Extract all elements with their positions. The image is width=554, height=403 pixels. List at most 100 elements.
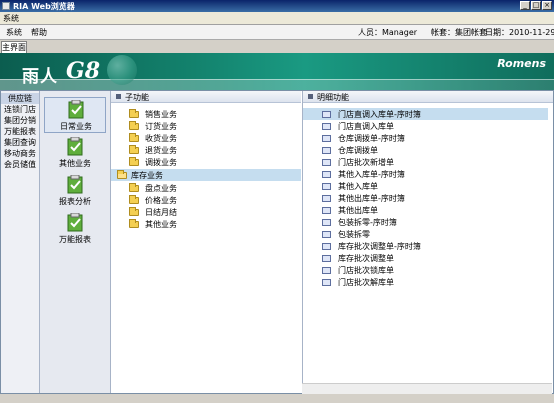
- folder-icon: [129, 219, 139, 228]
- subfunction-label: 订货业务: [145, 122, 177, 131]
- appmenu-help[interactable]: 帮助: [31, 27, 47, 38]
- module-label: 其他业务: [59, 159, 91, 168]
- detail-item[interactable]: 其他入库单: [303, 180, 548, 192]
- document-icon: [322, 243, 331, 250]
- brand-name: Romens: [497, 57, 546, 70]
- account-label: 帐套：集团帐套: [431, 28, 487, 37]
- subfunction-item[interactable]: 收货业务: [111, 132, 301, 144]
- module-universal-report[interactable]: 万能报表: [44, 211, 106, 247]
- subfunction-item[interactable]: 盘点业务: [111, 182, 301, 194]
- leftnav-item-group-query[interactable]: 集团查询: [1, 138, 39, 148]
- detail-label: 包装拆零: [338, 230, 370, 239]
- document-icon: [322, 231, 331, 238]
- detail-item[interactable]: 仓库调拨单: [303, 144, 548, 156]
- subfunction-item[interactable]: 日结月结: [111, 206, 301, 218]
- tab-main[interactable]: 主界面: [1, 41, 27, 53]
- module-icon: [67, 137, 83, 156]
- detail-item[interactable]: 库存批次调整单-序时簿: [303, 240, 548, 252]
- detail-item[interactable]: 门店批次新增单: [303, 156, 548, 168]
- folder-icon: [129, 195, 139, 204]
- subfunction-label: 日结月结: [145, 208, 177, 217]
- module-column: 日常业务 其他业务 报表分析 万能报表: [40, 91, 111, 393]
- module-icon: [67, 175, 83, 194]
- detail-item[interactable]: 其他出库单: [303, 204, 548, 216]
- document-icon: [322, 207, 331, 214]
- product-name-cn: 雨人: [22, 67, 58, 87]
- detail-label: 门店批次解库单: [338, 278, 394, 287]
- subfunction-panel: 子功能 销售业务 订货业务 收货业务 退货业务 调拨业务 库存业务 盘点业务 价…: [111, 91, 301, 393]
- collapse-icon[interactable]: [308, 94, 313, 99]
- leftnav-item-chain-store[interactable]: 连锁门店: [1, 105, 39, 115]
- left-nav: 供应链 连锁门店 集团分销 万能报表 集团查询 移动商务 会员储值: [1, 91, 40, 393]
- folder-icon: [129, 183, 139, 192]
- folder-icon: [129, 207, 139, 216]
- detail-label: 包装拆零-序时簿: [338, 218, 397, 227]
- menu-system[interactable]: 系统: [3, 13, 19, 24]
- app-icon: [2, 2, 10, 10]
- detail-item[interactable]: 门店批次解库单: [303, 276, 548, 288]
- detail-label: 仓库调拨单: [338, 146, 378, 155]
- folder-icon: [129, 145, 139, 154]
- subfunction-item[interactable]: 退货业务: [111, 144, 301, 156]
- subfunction-label: 库存业务: [131, 171, 163, 180]
- subfunction-title: 子功能: [125, 93, 149, 102]
- detail-item[interactable]: 门店直调入库单: [303, 120, 548, 132]
- detail-label: 门店直调入库单: [338, 122, 394, 131]
- detail-item[interactable]: 其他出库单-序时簿: [303, 192, 548, 204]
- product-logo-g8: G8: [66, 58, 101, 84]
- app-infobar: 系统 帮助 人员：Manager 帐套：集团帐套 日期：2010-11-29: [0, 25, 554, 40]
- date-label: 日期：2010-11-29: [485, 28, 554, 37]
- detail-label: 门店直调入库单-序时簿: [338, 110, 421, 119]
- subfunction-item[interactable]: 调拨业务: [111, 156, 301, 168]
- appmenu-system[interactable]: 系统: [6, 27, 22, 38]
- document-icon: [322, 111, 331, 118]
- module-report-analysis[interactable]: 报表分析: [44, 173, 106, 209]
- detail-label: 门店批次锁库单: [338, 266, 394, 275]
- horizontal-scrollbar[interactable]: [302, 383, 552, 394]
- leftnav-item-mobile-commerce[interactable]: 移动商务: [1, 149, 39, 159]
- leftnav-item-member-deposit[interactable]: 会员储值: [1, 160, 39, 170]
- detail-item[interactable]: 包装拆零: [303, 228, 548, 240]
- module-icon: [67, 213, 83, 232]
- detail-item[interactable]: 门店批次锁库单: [303, 264, 548, 276]
- subfunction-label: 退货业务: [145, 146, 177, 155]
- subfunction-item[interactable]: 销售业务: [111, 108, 301, 120]
- tab-strip: 主界面: [0, 40, 554, 53]
- subfunction-item[interactable]: 其他业务: [111, 218, 301, 230]
- document-icon: [322, 171, 331, 178]
- module-icon: [68, 100, 84, 119]
- module-daily-business[interactable]: 日常业务: [44, 97, 106, 133]
- detail-item[interactable]: 仓库调拨单-序时簿: [303, 132, 548, 144]
- detail-label: 库存批次调整单: [338, 254, 394, 263]
- detail-label: 仓库调拨单-序时簿: [338, 134, 405, 143]
- document-icon: [322, 159, 331, 166]
- user-label: 人员：Manager: [358, 28, 418, 37]
- leftnav-item-group-distribution[interactable]: 集团分销: [1, 116, 39, 126]
- product-banner: 雨人 G8 Romens: [0, 53, 554, 90]
- folder-icon: [129, 133, 139, 142]
- subfunction-item-selected[interactable]: 库存业务: [111, 169, 301, 181]
- document-icon: [322, 279, 331, 286]
- subfunction-label: 其他业务: [145, 220, 177, 229]
- close-button[interactable]: ×: [542, 1, 552, 10]
- module-label: 万能报表: [59, 235, 91, 244]
- detail-item-selected[interactable]: 门店直调入库单-序时簿: [303, 108, 548, 120]
- detail-item[interactable]: 包装拆零-序时簿: [303, 216, 548, 228]
- detail-label: 其他出库单: [338, 206, 378, 215]
- detail-label: 门店批次新增单: [338, 158, 394, 167]
- subfunction-label: 价格业务: [145, 196, 177, 205]
- document-icon: [322, 123, 331, 130]
- document-icon: [322, 267, 331, 274]
- detail-label: 库存批次调整单-序时簿: [338, 242, 421, 251]
- subfunction-label: 盘点业务: [145, 184, 177, 193]
- module-other-business[interactable]: 其他业务: [44, 135, 106, 171]
- subfunction-item[interactable]: 价格业务: [111, 194, 301, 206]
- leftnav-header[interactable]: 供应链: [1, 93, 39, 104]
- subfunction-item[interactable]: 订货业务: [111, 120, 301, 132]
- detail-item[interactable]: 其他入库单-序时簿: [303, 168, 548, 180]
- detail-item[interactable]: 库存批次调整单: [303, 252, 548, 264]
- maximize-button[interactable]: □: [531, 1, 541, 10]
- collapse-icon[interactable]: [116, 94, 121, 99]
- minimize-button[interactable]: _: [520, 1, 530, 10]
- leftnav-item-universal-report[interactable]: 万能报表: [1, 127, 39, 137]
